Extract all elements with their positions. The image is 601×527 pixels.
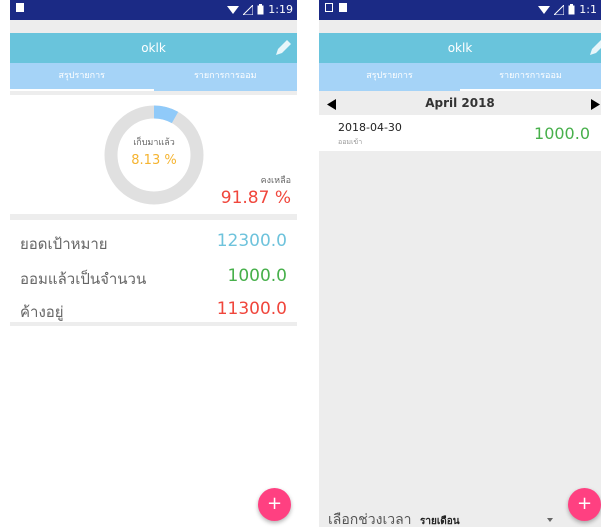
period-dropdown[interactable]: รายเดือน (420, 509, 553, 527)
tab-summary[interactable]: สรุปรายการ (10, 63, 154, 91)
phone-right-screen: 1:1 oklk สรุปรายการ รายการการออม April 2… (319, 0, 601, 527)
period-label: เลือกช่วงเวลา (328, 512, 412, 527)
battery-icon (568, 4, 575, 15)
app-title: oklk (141, 41, 166, 55)
outstanding-value: 11300.0 (216, 299, 287, 319)
empty-card (10, 326, 297, 527)
next-month-arrow-icon[interactable] (591, 99, 600, 110)
list-item[interactable]: 2018-04-30 ออมเข้า 1000.0 (319, 115, 601, 151)
app-bar: oklk (319, 33, 601, 63)
status-time: 1:19 (268, 3, 293, 16)
summary-card: ยอดเป้าหมาย 12300.0 ออมแล้วเป็นจำนวน 100… (10, 220, 297, 322)
entry-type: ออมเข้า (338, 138, 363, 146)
notification-icon (339, 3, 347, 12)
saved-amount-value: 1000.0 (227, 266, 287, 286)
notification-icon (16, 3, 24, 12)
tab-bar: สรุปรายการ รายการการออม (319, 63, 601, 91)
saved-amount-label: ออมแล้วเป็นจำนวน (20, 270, 147, 288)
tab-summary[interactable]: สรุปรายการ (319, 63, 460, 91)
app-title: oklk (447, 41, 473, 55)
battery-icon (257, 4, 264, 15)
image-notification-icon (325, 3, 333, 12)
edit-pencil-icon[interactable] (273, 38, 293, 58)
target-label: ยอดเป้าหมาย (20, 235, 108, 253)
outstanding-label: ค้างอยู่ (20, 303, 64, 321)
signal-icon (243, 4, 254, 15)
donut-label: เก็บมาแล้ว (133, 138, 175, 148)
entry-amount: 1000.0 (534, 124, 590, 143)
dropdown-arrow-icon (547, 518, 553, 522)
add-button[interactable]: + (568, 488, 601, 521)
app-bar: oklk (10, 33, 297, 63)
status-bar: 1:1 (319, 0, 601, 20)
edit-pencil-icon[interactable] (587, 38, 601, 58)
progress-card: เก็บมาแล้ว 8.13 % คงเหลือ 91.87 % (10, 95, 297, 214)
tab-savings-list[interactable]: รายการการออม (460, 63, 601, 91)
month-label: April 2018 (425, 96, 495, 110)
phone-left-screen: 1:19 oklk สรุปรายการ รายการการออม เก็บมา… (10, 0, 297, 527)
month-navigator: April 2018 (319, 93, 601, 115)
tab-bar: สรุปรายการ รายการการออม (10, 63, 297, 91)
saved-percent: 8.13 % (131, 153, 177, 168)
remaining-label: คงเหลือ (260, 176, 291, 186)
wifi-icon (538, 5, 551, 14)
add-button[interactable]: + (258, 488, 291, 521)
signal-icon (554, 4, 565, 15)
target-value: 12300.0 (216, 231, 287, 251)
tab-savings-list[interactable]: รายการการออม (154, 63, 298, 91)
entry-date: 2018-04-30 (338, 121, 402, 134)
status-bar: 1:19 (10, 0, 297, 20)
status-time: 1:1 (579, 3, 597, 16)
donut-progress-arc (153, 105, 179, 124)
remaining-percent: 91.87 % (220, 188, 291, 208)
period-value: รายเดือน (420, 516, 460, 527)
wifi-icon (227, 5, 240, 14)
